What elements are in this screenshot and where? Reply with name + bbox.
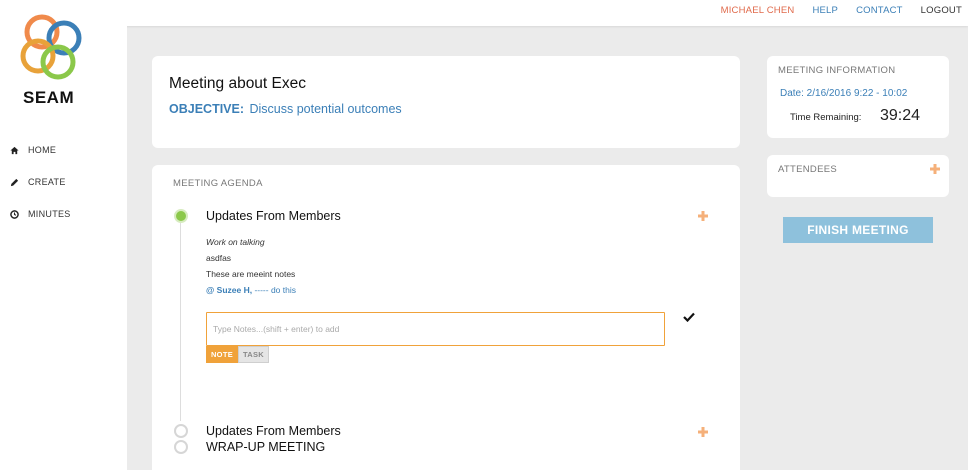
agenda-item-status-pending[interactable] — [174, 424, 188, 438]
contact-link[interactable]: CONTACT — [856, 5, 903, 16]
sidebar-item-minutes[interactable]: MINUTES — [9, 209, 71, 219]
sidebar-item-create[interactable]: CREATE — [9, 177, 66, 187]
objective-label: OBJECTIVE: — [169, 102, 245, 116]
meeting-title: Meeting about Exec — [169, 75, 307, 92]
note-item: These are meeint notes — [206, 269, 296, 279]
mention-text: ----- do this — [252, 285, 296, 295]
meeting-info-card: MEETING INFORMATION Date: 2/16/2016 9:22… — [767, 56, 949, 138]
time-remaining-value: 39:24 — [880, 107, 921, 124]
time-remaining-label: Time Remaining: — [790, 112, 862, 123]
task-tab-button[interactable]: TASK — [238, 346, 269, 363]
note-item: Work on talking — [206, 237, 265, 247]
objective-text: Discuss potential outcomes — [249, 102, 402, 116]
mention-name[interactable]: @ Suzee H, — [206, 285, 252, 295]
top-bar: MICHAEL CHEN HELP CONTACT LOGOUT — [0, 0, 968, 26]
agenda-item-title[interactable]: Updates From Members — [206, 424, 341, 438]
agenda-item-title[interactable]: Updates From Members — [206, 209, 341, 223]
meeting-agenda-card: MEETING AGENDA Updates From Members Work… — [152, 165, 740, 470]
checkmark-icon[interactable] — [683, 312, 695, 322]
user-name-link[interactable]: MICHAEL CHEN — [721, 5, 795, 16]
agenda-item-status-active[interactable] — [174, 209, 188, 223]
sidebar-item-home[interactable]: HOME — [9, 145, 56, 155]
agenda-item-title[interactable]: WRAP-UP MEETING — [206, 440, 325, 454]
meeting-date: Date: 2/16/2016 9:22 - 10:02 — [780, 88, 908, 99]
sidebar-item-label: HOME — [28, 145, 57, 155]
task-mention: @ Suzee H, ----- do this — [206, 285, 296, 295]
add-icon[interactable] — [698, 211, 708, 221]
pencil-icon — [9, 177, 19, 187]
attendees-label: ATTENDEES — [778, 164, 838, 175]
agenda-item-status-pending[interactable] — [174, 440, 188, 454]
clock-icon — [9, 209, 19, 219]
logo-text: SEAM — [23, 88, 75, 107]
add-attendee-icon[interactable] — [930, 164, 940, 174]
seam-logo[interactable] — [12, 10, 92, 86]
info-label: MEETING INFORMATION — [778, 65, 896, 76]
sidebar-item-label: MINUTES — [28, 209, 71, 219]
finish-meeting-button[interactable]: FINISH MEETING — [783, 217, 933, 243]
notes-input[interactable] — [206, 312, 665, 346]
meeting-title-card: Meeting about Exec OBJECTIVE: Discuss po… — [152, 56, 740, 148]
add-icon[interactable] — [698, 427, 708, 437]
attendees-card: ATTENDEES — [767, 155, 949, 197]
logout-link[interactable]: LOGOUT — [921, 5, 962, 16]
agenda-label: MEETING AGENDA — [173, 178, 263, 189]
meeting-objective: OBJECTIVE: Discuss potential outcomes — [169, 102, 402, 116]
note-tab-button[interactable]: NOTE — [206, 346, 238, 363]
help-link[interactable]: HELP — [812, 5, 838, 16]
sidebar: SEAM HOME CREATE MINUTES — [0, 0, 127, 470]
home-icon — [9, 145, 19, 155]
sidebar-item-label: CREATE — [28, 177, 66, 187]
agenda-timeline — [180, 221, 181, 421]
top-nav: MICHAEL CHEN HELP CONTACT LOGOUT — [703, 5, 962, 16]
note-item: asdfas — [206, 253, 232, 263]
